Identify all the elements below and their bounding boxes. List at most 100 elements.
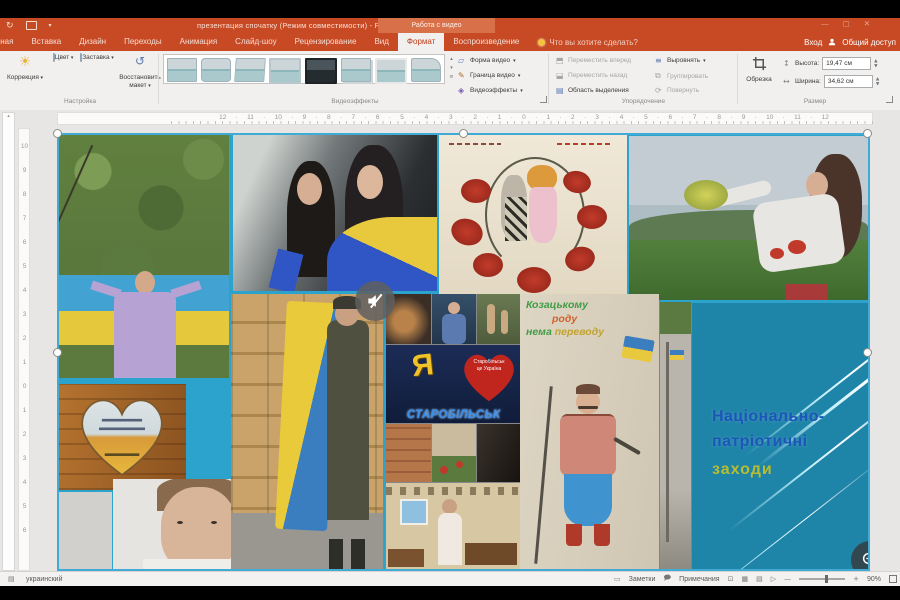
video-style-thumb[interactable] <box>341 58 371 82</box>
boy-eye <box>211 521 217 524</box>
video-style-thumb[interactable] <box>411 58 441 82</box>
selection-handle-top-left[interactable] <box>53 129 62 138</box>
width-spinner[interactable]: ▲▼ <box>876 77 879 87</box>
language-indicator[interactable]: украинский <box>26 576 63 583</box>
size-dialog-launcher[interactable] <box>886 96 893 103</box>
tell-me-box[interactable]: Что вы хотите сделать? <box>538 33 637 51</box>
tab-design[interactable]: Дизайн <box>70 33 115 51</box>
video-shape-button[interactable]: ▱ Форма видео▾ <box>458 56 550 65</box>
sabre <box>613 437 641 455</box>
selection-handle-middle-right[interactable] <box>863 348 872 357</box>
selection-handle-middle-left[interactable] <box>53 348 62 357</box>
selection-pane-button[interactable]: ▤ Область выделения <box>556 86 648 95</box>
man-torso <box>114 292 176 378</box>
vertical-ruler[interactable]: 10 9 8 7 6 5 4 3 2 1 0 1 2 3 4 5 6 <box>18 128 30 571</box>
spellcheck-icon[interactable]: ▤ <box>8 575 15 583</box>
gallery-scroll-arrows[interactable]: ▴▾≡ <box>447 55 456 82</box>
video-styles-gallery[interactable] <box>163 54 445 84</box>
group-caption-size: Размер <box>745 98 885 105</box>
slide-thumbnails-pane[interactable]: ▴ <box>2 112 15 571</box>
monitor-icon[interactable] <box>26 21 37 30</box>
figure-pink-dress <box>529 187 557 243</box>
magnifier-plus-icon <box>861 551 870 569</box>
tab-home[interactable]: Главная <box>0 33 22 51</box>
zoom-in-icon[interactable]: + <box>853 575 859 583</box>
slide-sorter-icon[interactable]: ▦ <box>741 575 748 583</box>
slideshow-icon[interactable]: ▷ <box>771 575 776 583</box>
zoom-out-icon[interactable]: — <box>784 575 791 583</box>
tab-animations[interactable]: Анимация <box>171 33 227 51</box>
video-style-thumb-selected[interactable] <box>305 58 337 84</box>
photo-flower-drawing <box>439 135 627 301</box>
fit-slide-icon[interactable] <box>889 575 897 583</box>
zoom-slider-knob[interactable] <box>825 575 828 583</box>
video-style-thumb[interactable] <box>167 58 197 82</box>
video-style-thumb[interactable] <box>375 58 407 84</box>
white-blouse <box>752 192 847 273</box>
tab-transitions[interactable]: Переходы <box>115 33 171 51</box>
height-input[interactable]: 19,47 см <box>822 57 871 70</box>
tab-playback[interactable]: Воспроизведение <box>444 33 528 51</box>
museum-window <box>400 499 428 525</box>
tile-person <box>432 294 476 344</box>
notes-toggle[interactable]: Заметки <box>629 576 656 583</box>
height-field-row: ↕ Высота: 19,47 см ▲▼ <box>783 57 893 70</box>
tab-slideshow[interactable]: Слайд-шоу <box>226 33 285 51</box>
video-style-thumb[interactable] <box>201 58 231 82</box>
tile-house-flowers <box>432 424 476 482</box>
start-from-beginning-icon[interactable]: ↻ <box>6 21 14 31</box>
crop-icon <box>741 54 777 76</box>
bring-forward-icon: ⬒ <box>556 56 565 65</box>
muted-audio-indicator[interactable] <box>355 281 395 321</box>
corrections-button[interactable]: ☀ Коррекция ▾ <box>4 54 46 82</box>
styles-dialog-launcher[interactable] <box>540 96 547 103</box>
group-caption-arrange: Упорядочение <box>556 98 731 105</box>
restore-icon[interactable]: ▢ <box>843 19 850 28</box>
tab-review[interactable]: Рецензирование <box>286 33 366 51</box>
poster-frame-button[interactable]: Заставка ▾ <box>80 54 114 62</box>
photo-two-girls-selfie <box>233 135 437 291</box>
height-spinner[interactable]: ▲▼ <box>874 59 877 69</box>
minimize-icon[interactable]: — <box>821 19 829 28</box>
width-input[interactable]: 34,62 см <box>824 75 873 88</box>
customize-arrow-icon[interactable]: ▾ <box>49 22 52 29</box>
width-icon: ↔ <box>783 77 792 86</box>
bring-forward-button: ⬒ Переместить вперед <box>556 56 648 65</box>
man-head <box>135 271 155 294</box>
video-style-thumb[interactable] <box>269 58 301 84</box>
selection-handle-top-right[interactable] <box>863 129 872 138</box>
reset-arrow-icon: ↺ <box>116 54 164 74</box>
flower <box>577 205 607 229</box>
flower-bouquet <box>684 180 728 210</box>
close-icon[interactable]: ✕ <box>864 19 870 28</box>
cossack-boot <box>594 524 610 546</box>
align-button[interactable]: ≡ Выровнять▾ <box>655 56 747 65</box>
ya-letter: Я <box>410 348 435 384</box>
video-effects-button[interactable]: ◈ Видеоэффекты▾ <box>458 86 550 95</box>
reset-design-button[interactable]: ↺ Восстановить макет ▾ <box>116 54 164 90</box>
horizontal-ruler[interactable]: 12 · 11 · 10 · 9 · 8 · 7 · 6 · 5 · 4 · 3… <box>57 112 873 125</box>
video-frame[interactable]: Я Старобільськ це Україна СТАРОБІЛЬСЬК <box>57 133 870 571</box>
crop-button[interactable]: Обрезка <box>741 54 777 84</box>
reading-view-icon[interactable]: ▤ <box>756 575 763 583</box>
rotate-button: ⟳ Повернуть <box>655 86 747 95</box>
normal-view-icon[interactable]: ⊡ <box>728 575 734 583</box>
video-border-button[interactable]: ✎ Граница видео▾ <box>458 71 550 80</box>
tab-format[interactable]: Формат <box>398 33 444 51</box>
share-button[interactable]: Общий доступ <box>842 38 896 47</box>
group-separator <box>158 54 159 104</box>
group-button: ⧉ Группировать <box>655 71 747 81</box>
zoom-slider[interactable] <box>799 578 845 580</box>
zoom-level[interactable]: 90% <box>867 576 881 583</box>
video-style-thumb[interactable] <box>234 58 266 82</box>
tab-insert[interactable]: Вставка <box>22 33 70 51</box>
tile-ya-starobilsk: Я Старобільськ це Україна СТАРОБІЛЬСЬК <box>386 345 521 423</box>
photo-man-with-flag <box>59 135 229 378</box>
color-button[interactable]: Цвет ▾ <box>48 54 78 62</box>
figure-spotted-dress <box>505 197 527 241</box>
comments-toggle[interactable]: Примечания <box>679 576 719 583</box>
selection-handle-top-center[interactable] <box>459 129 468 138</box>
horizontal-ruler-ticks <box>171 121 877 124</box>
tab-view[interactable]: Вид <box>365 33 397 51</box>
sign-in-link[interactable]: Вход <box>804 38 822 47</box>
